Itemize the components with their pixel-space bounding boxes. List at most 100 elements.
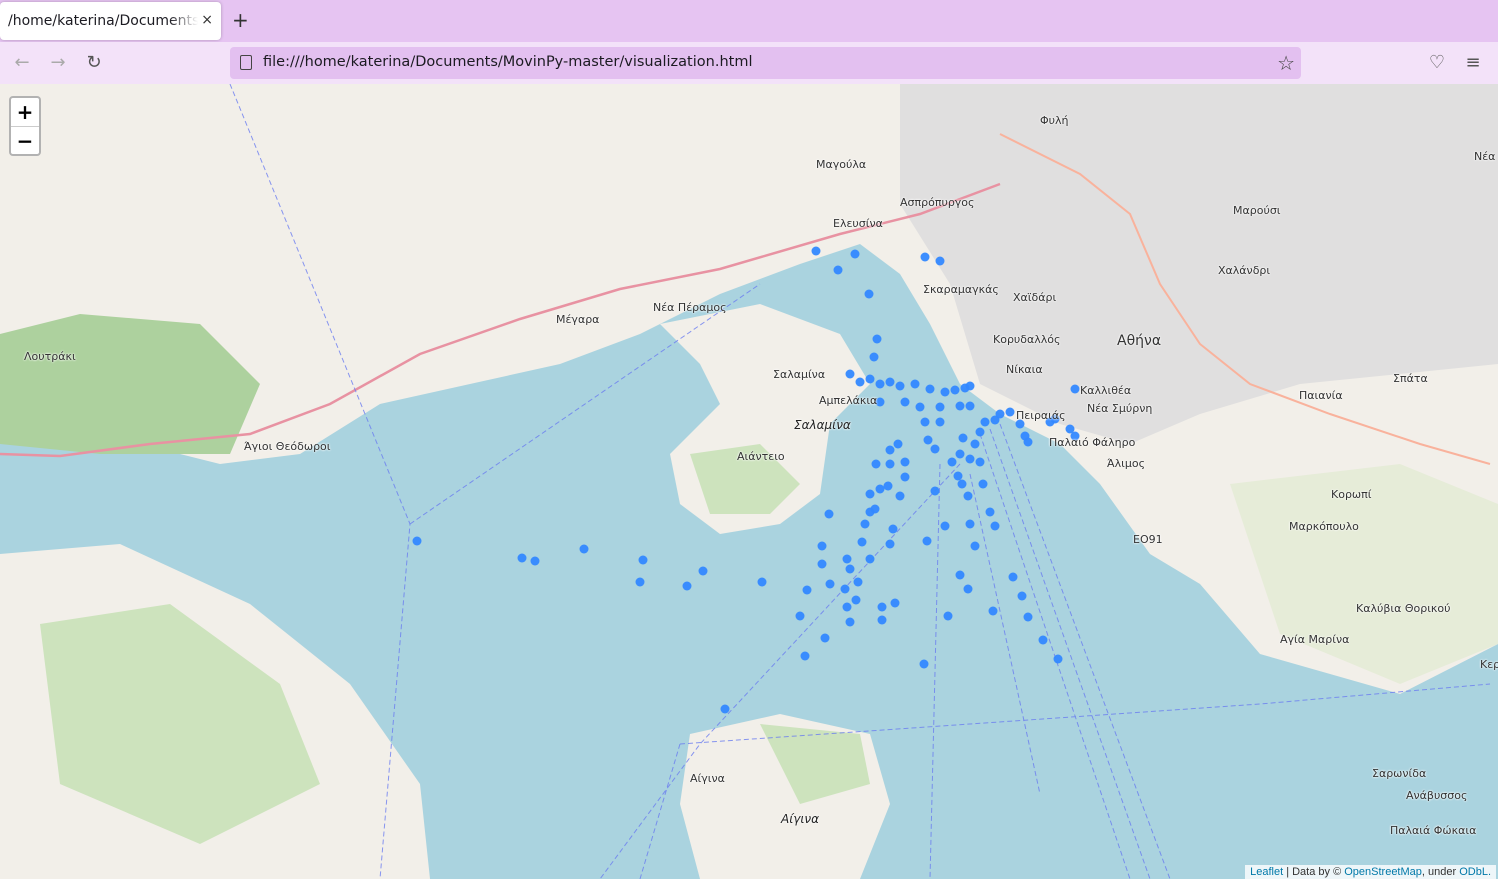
vessel-marker[interactable] [900, 457, 910, 467]
vessel-marker[interactable] [975, 427, 985, 437]
vessel-marker[interactable] [840, 584, 850, 594]
vessel-marker[interactable] [682, 581, 692, 591]
vessel-marker[interactable] [579, 544, 589, 554]
map-container[interactable]: Φυλή Μαγούλα Ασπρόπυργος Ελευσίνα Μαρούσι Χαλ… [0, 84, 1498, 879]
vessel-marker[interactable] [930, 486, 940, 496]
vessel-marker[interactable] [842, 554, 852, 564]
vessel-marker[interactable] [935, 256, 945, 266]
vessel-marker[interactable] [990, 521, 1000, 531]
vessel-marker[interactable] [800, 651, 810, 661]
vessel-marker[interactable] [530, 556, 540, 566]
vessel-marker[interactable] [935, 402, 945, 412]
vessel-marker[interactable] [885, 539, 895, 549]
vessel-marker[interactable] [1023, 612, 1033, 622]
vessel-marker[interactable] [980, 417, 990, 427]
reload-icon[interactable]: ↻ [82, 51, 106, 75]
vessel-marker[interactable] [885, 459, 895, 469]
vessel-marker[interactable] [978, 479, 988, 489]
vessel-marker[interactable] [919, 659, 929, 669]
vessel-marker[interactable] [963, 584, 973, 594]
vessel-marker[interactable] [970, 541, 980, 551]
vessel-marker[interactable] [885, 445, 895, 455]
vessel-marker[interactable] [888, 524, 898, 534]
odbl-link[interactable]: ODbL. [1459, 866, 1491, 878]
vessel-marker[interactable] [865, 554, 875, 564]
back-arrow-icon[interactable]: ← [10, 51, 34, 75]
vessel-marker[interactable] [833, 265, 843, 275]
vessel-marker[interactable] [851, 595, 861, 605]
vessel-marker[interactable] [698, 566, 708, 576]
vessel-marker[interactable] [940, 521, 950, 531]
vessel-marker[interactable] [965, 381, 975, 391]
pocket-icon[interactable]: ♡ [1425, 51, 1449, 75]
new-tab-button[interactable]: + [232, 10, 249, 30]
vessel-marker[interactable] [855, 377, 865, 387]
vessel-marker[interactable] [883, 481, 893, 491]
vessel-marker[interactable] [965, 401, 975, 411]
vessel-marker[interactable] [865, 374, 875, 384]
vessel-marker[interactable] [860, 519, 870, 529]
vessel-marker[interactable] [517, 553, 527, 563]
vessel-marker[interactable] [817, 559, 827, 569]
zoom-in-button[interactable]: + [11, 98, 39, 126]
vessel-marker[interactable] [910, 379, 920, 389]
forward-arrow-icon[interactable]: → [46, 51, 70, 75]
vessel-marker[interactable] [1005, 407, 1015, 417]
vessel-marker[interactable] [957, 479, 967, 489]
vessel-marker[interactable] [890, 598, 900, 608]
vessel-marker[interactable] [802, 585, 812, 595]
vessel-marker[interactable] [871, 459, 881, 469]
url-bar[interactable]: file:///home/katerina/Documents/MovinPy-… [230, 47, 1301, 79]
vessel-marker[interactable] [795, 611, 805, 621]
vessel-marker[interactable] [872, 334, 882, 344]
vessel-marker[interactable] [965, 519, 975, 529]
vessel-marker[interactable] [965, 454, 975, 464]
vessel-marker[interactable] [638, 555, 648, 565]
vessel-marker[interactable] [953, 471, 963, 481]
vessel-marker[interactable] [875, 484, 885, 494]
vessel-marker[interactable] [865, 489, 875, 499]
vessel-marker[interactable] [1038, 635, 1048, 645]
vessel-marker[interactable] [877, 615, 887, 625]
vessel-marker[interactable] [857, 537, 867, 547]
vessel-marker[interactable] [845, 369, 855, 379]
vessel-marker[interactable] [1008, 572, 1018, 582]
vessel-marker[interactable] [920, 252, 930, 262]
vessel-marker[interactable] [885, 377, 895, 387]
vessel-marker[interactable] [985, 507, 995, 517]
vessel-marker[interactable] [975, 457, 985, 467]
vessel-marker[interactable] [958, 433, 968, 443]
vessel-marker[interactable] [900, 472, 910, 482]
vessel-marker[interactable] [845, 564, 855, 574]
vessel-marker[interactable] [940, 387, 950, 397]
url-text[interactable]: file:///home/katerina/Documents/MovinPy-… [263, 54, 752, 70]
vessel-marker[interactable] [850, 249, 860, 259]
vessel-marker[interactable] [988, 606, 998, 616]
vessel-marker[interactable] [757, 577, 767, 587]
vessel-marker[interactable] [915, 402, 925, 412]
vessel-marker[interactable] [893, 439, 903, 449]
vessel-marker[interactable] [875, 379, 885, 389]
vessel-marker[interactable] [1070, 384, 1080, 394]
vessel-marker[interactable] [925, 384, 935, 394]
vessel-marker[interactable] [995, 409, 1005, 419]
vessel-marker[interactable] [817, 541, 827, 551]
vessel-marker[interactable] [842, 602, 852, 612]
vessel-marker[interactable] [864, 289, 874, 299]
vessel-marker[interactable] [811, 246, 821, 256]
vessel-marker[interactable] [970, 439, 980, 449]
close-tab-icon[interactable]: × [201, 12, 213, 28]
bookmark-star-icon[interactable]: ☆ [1277, 51, 1295, 75]
vessel-marker[interactable] [870, 504, 880, 514]
vessel-marker[interactable] [820, 633, 830, 643]
vessel-marker[interactable] [955, 401, 965, 411]
vessel-marker[interactable] [412, 536, 422, 546]
vessel-marker[interactable] [955, 449, 965, 459]
vessel-marker[interactable] [955, 570, 965, 580]
vessel-marker[interactable] [825, 579, 835, 589]
vessel-marker[interactable] [922, 536, 932, 546]
vessel-marker[interactable] [900, 397, 910, 407]
vessel-marker[interactable] [1017, 591, 1027, 601]
menu-icon[interactable]: ≡ [1461, 51, 1485, 75]
vessel-marker[interactable] [935, 417, 945, 427]
